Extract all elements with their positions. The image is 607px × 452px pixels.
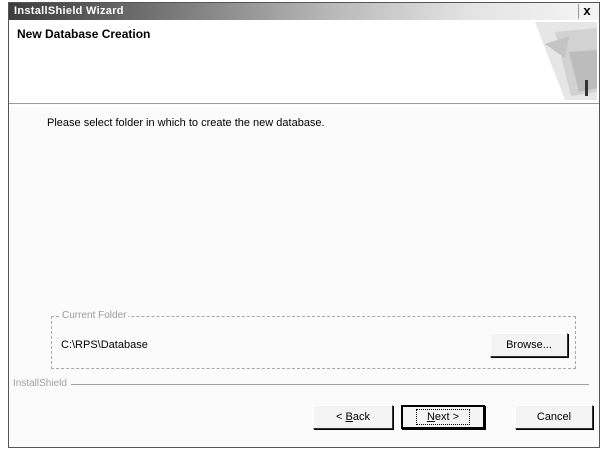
title-bar[interactable]: InstallShield Wizard x	[9, 3, 599, 20]
wizard-header: New Database Creation	[9, 20, 599, 103]
browse-button[interactable]: Browse...	[490, 333, 568, 357]
footer-divider	[69, 384, 589, 385]
installshield-logo-icon	[505, 22, 597, 100]
close-button[interactable]: x	[578, 4, 595, 19]
page-title: New Database Creation	[17, 27, 151, 41]
installshield-brand-label: InstallShield	[13, 378, 71, 389]
next-label: Next >	[415, 409, 471, 425]
next-button[interactable]: Next >	[401, 405, 485, 429]
folder-path-text: C:\RPS\Database	[61, 339, 148, 351]
wizard-window: InstallShield Wizard x New Database Crea…	[8, 2, 600, 448]
group-legend: Current Folder	[60, 310, 129, 321]
instruction-text: Please select folder in which to create …	[47, 117, 325, 129]
back-label-key: B	[345, 411, 353, 423]
back-button[interactable]: < Back	[313, 405, 393, 429]
header-divider	[9, 103, 599, 107]
next-label-key: N	[426, 411, 435, 423]
window-title: InstallShield Wizard	[14, 5, 124, 17]
back-label-rest: ack	[352, 411, 370, 423]
back-label-prefix: <	[336, 411, 346, 423]
cancel-button[interactable]: Cancel	[515, 405, 593, 429]
next-label-rest: ext >	[434, 411, 460, 423]
destination-folder-group: Current Folder C:\RPS\Database Browse...	[51, 310, 576, 369]
